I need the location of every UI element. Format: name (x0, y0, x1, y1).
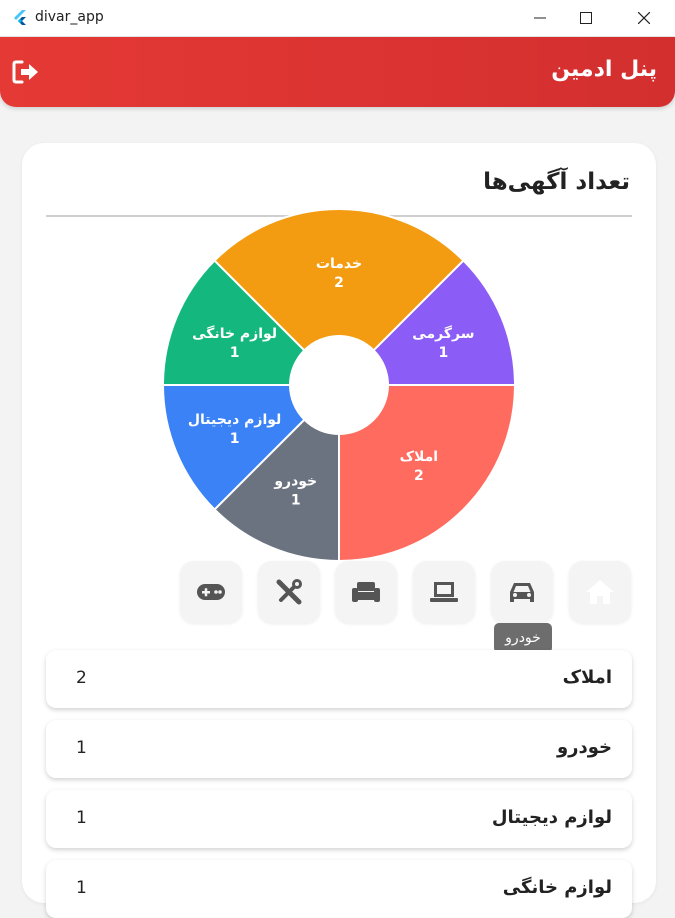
category-laptop-button[interactable] (413, 561, 475, 623)
category-gamepad-button[interactable] (180, 561, 242, 623)
maximize-button[interactable] (563, 0, 609, 37)
row-count: 1 (76, 738, 87, 758)
flutter-logo-icon (14, 10, 26, 25)
row-label: املاک (562, 667, 612, 688)
row-label: خودرو (556, 737, 612, 758)
window-titlebar: divar_app (0, 0, 675, 37)
category-row[interactable]: خودرو 1 (46, 720, 632, 778)
pie-slice-label: لوازم دیجیتال (188, 412, 281, 428)
home-icon (586, 580, 614, 604)
category-sofa-button[interactable] (335, 561, 397, 623)
category-tooltip: خودرو (494, 623, 552, 653)
tools-icon (276, 579, 302, 605)
minimize-button[interactable] (517, 0, 563, 37)
pie-slice-label: املاک (400, 449, 438, 465)
pie-slice-label: خودرو (273, 473, 317, 489)
category-tools-button[interactable] (258, 561, 320, 623)
maximize-icon (580, 12, 592, 24)
row-label: لوازم دیجیتال (491, 807, 612, 828)
minimize-icon (534, 17, 546, 19)
category-car-button[interactable] (491, 561, 553, 623)
pie-slice-label: سرگرمی (412, 325, 474, 342)
category-row[interactable]: لوازم خانگی 1 (46, 860, 632, 918)
car-icon (510, 583, 534, 602)
app-bar: پنل ادمین (0, 37, 675, 107)
row-count: 1 (76, 808, 87, 828)
category-home-button[interactable] (569, 561, 631, 623)
row-count: 2 (76, 668, 87, 688)
pie-slice-value: 1 (291, 492, 301, 508)
ads-count-card: تعداد آگهی‌ها املاک 2 خودرو 1 لوازم دیجیتال 1… (22, 143, 656, 918)
pie-slice-value: 1 (439, 345, 449, 361)
pie-slice-value: 2 (334, 275, 344, 291)
row-count: 1 (76, 878, 87, 898)
pie-slice-label: خدمات (316, 256, 362, 272)
category-row[interactable]: لوازم دیجیتال 1 (46, 790, 632, 848)
pie-slice-value: 1 (230, 345, 240, 361)
laptop-icon (430, 582, 458, 602)
category-row[interactable]: املاک 2 (46, 650, 632, 708)
donut-hole (289, 335, 389, 435)
close-button[interactable] (621, 0, 667, 37)
pie-slice-value: 2 (414, 468, 424, 484)
pie-slice-label: لوازم خانگی (192, 325, 277, 342)
gamepad-icon (197, 584, 225, 600)
close-icon (638, 12, 650, 24)
ads-pie-chart: املاک 2 خودرو 1 لوازم دیجیتال 1 لوازم خانگی 1 خد… (161, 208, 517, 563)
pie-slice-value: 1 (230, 431, 240, 447)
sofa-icon (352, 582, 380, 602)
logout-icon (12, 60, 38, 84)
window-title: divar_app (35, 9, 104, 25)
page-title: پنل ادمین (551, 57, 657, 82)
logout-button[interactable] (12, 59, 40, 85)
